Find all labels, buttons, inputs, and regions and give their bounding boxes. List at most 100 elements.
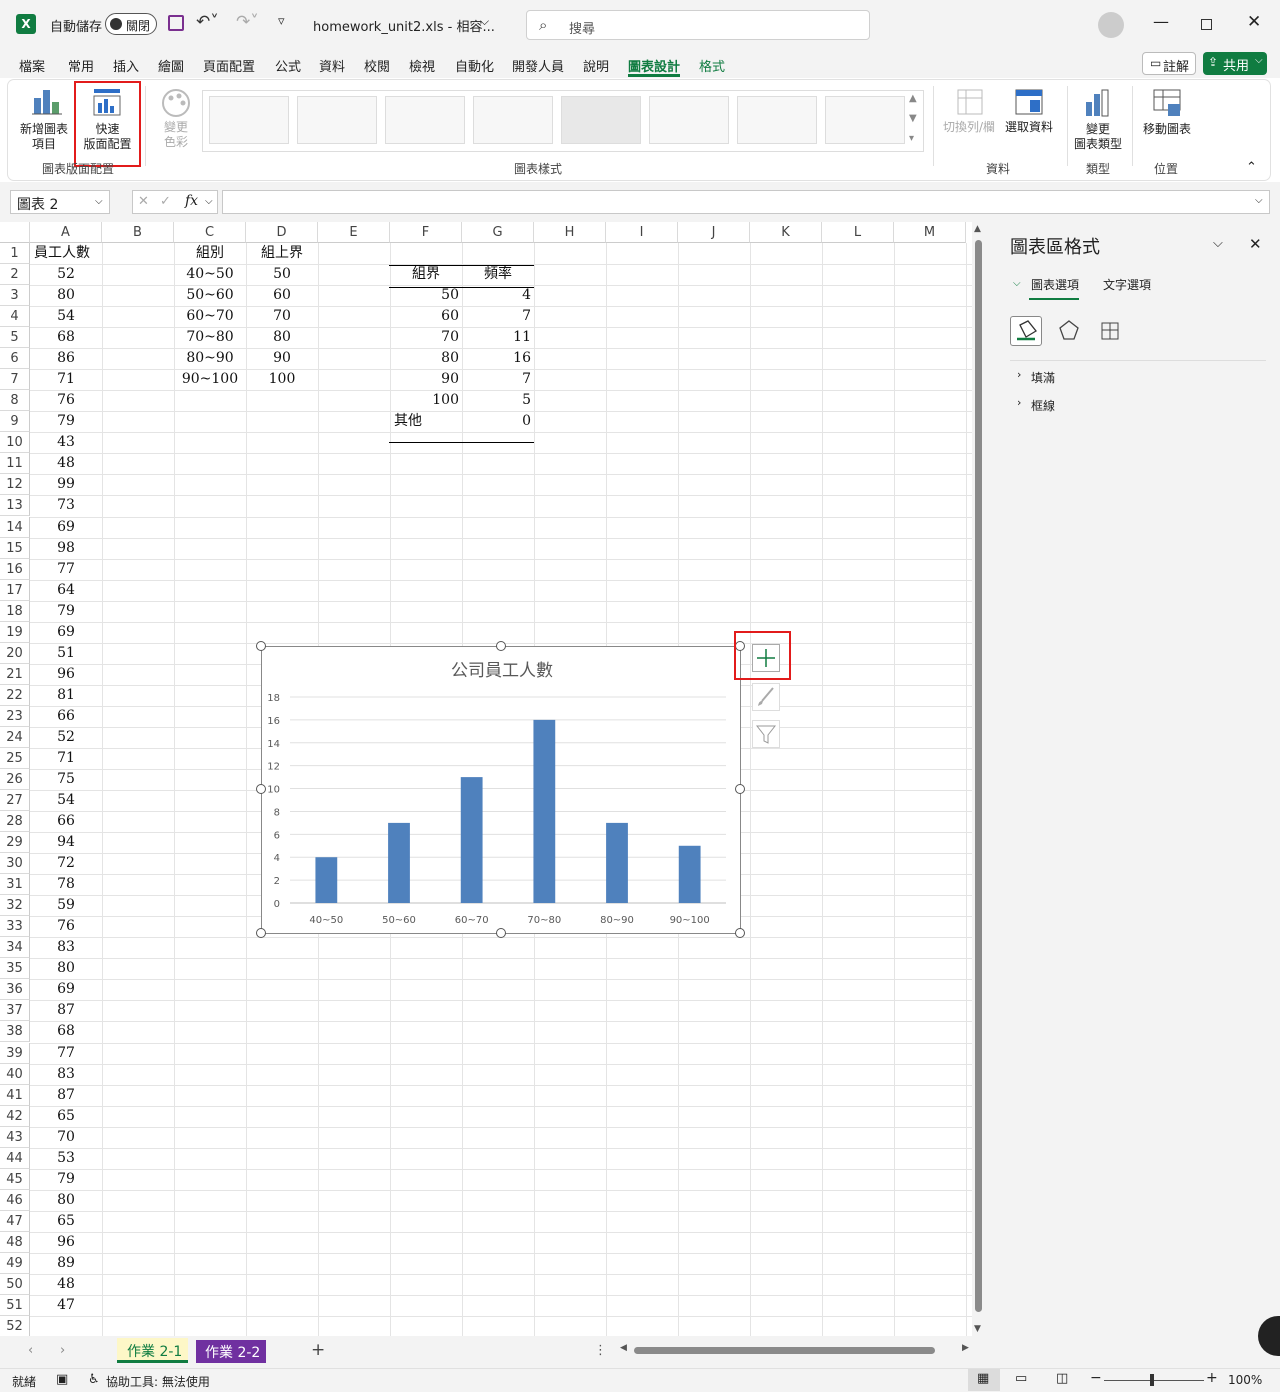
cell[interactable]: 90~100 xyxy=(174,369,246,390)
cell[interactable]: 89 xyxy=(30,1253,102,1274)
cell[interactable]: 16 xyxy=(462,348,534,369)
cell[interactable]: 4 xyxy=(462,285,534,306)
scroll-right-icon[interactable]: ▶ xyxy=(962,1343,969,1353)
resize-handle[interactable] xyxy=(496,928,506,938)
zoom-slider[interactable] xyxy=(1104,1380,1204,1381)
cell[interactable]: 50~60 xyxy=(174,285,246,306)
gallery-more-icon[interactable]: ▾ xyxy=(909,133,914,144)
cell[interactable]: 69 xyxy=(30,517,102,538)
tab-formulas[interactable]: 公式 xyxy=(275,56,301,75)
vertical-scrollbar[interactable]: ▲ ▼ xyxy=(972,222,985,1336)
row-header[interactable]: 50 xyxy=(0,1273,30,1295)
tab-view[interactable]: 檢視 xyxy=(409,56,435,75)
cell[interactable]: 80 xyxy=(246,327,318,348)
pane-splitter[interactable] xyxy=(985,222,995,1336)
chart-filters-button[interactable] xyxy=(752,720,780,748)
cell[interactable]: 75 xyxy=(30,769,102,790)
cell[interactable]: 48 xyxy=(30,453,102,474)
sheet-tab-active[interactable]: 作業 2-1 xyxy=(117,1338,188,1363)
macro-icon[interactable]: ▣ xyxy=(56,1372,68,1387)
cell[interactable]: 組界 xyxy=(390,264,462,285)
chevron-down-icon[interactable]: ⌵ xyxy=(1213,236,1223,251)
cell[interactable]: 70~80 xyxy=(174,327,246,348)
cell[interactable]: 頻率 xyxy=(462,264,534,285)
cell[interactable]: 53 xyxy=(30,1148,102,1169)
chart-style-thumb[interactable] xyxy=(825,96,905,144)
cell[interactable]: 48 xyxy=(30,1274,102,1295)
gallery-up-icon[interactable]: ▲ xyxy=(909,93,917,104)
accessibility-status[interactable]: 協助工具: 無法使用 xyxy=(106,1373,210,1390)
cell[interactable]: 66 xyxy=(30,811,102,832)
maximize-icon[interactable] xyxy=(1201,19,1212,30)
row-header[interactable]: 40 xyxy=(0,1063,30,1085)
page-layout-view-icon[interactable]: ▭ xyxy=(1015,1371,1027,1386)
cell[interactable]: 70 xyxy=(30,1127,102,1148)
column-header[interactable]: C xyxy=(174,222,246,243)
tab-data[interactable]: 資料 xyxy=(319,56,345,75)
cell[interactable]: 50 xyxy=(246,264,318,285)
cell[interactable]: 66 xyxy=(30,706,102,727)
save-icon[interactable] xyxy=(168,15,184,31)
chart-style-thumb[interactable] xyxy=(473,96,553,144)
chart-style-thumb[interactable] xyxy=(297,96,377,144)
row-header[interactable]: 17 xyxy=(0,579,30,601)
sheet-tab[interactable]: 作業 2-2 xyxy=(196,1340,266,1363)
cell[interactable]: 90 xyxy=(246,348,318,369)
row-header[interactable]: 3 xyxy=(0,285,30,307)
effects-pentagon-icon[interactable] xyxy=(1057,318,1081,342)
resize-handle[interactable] xyxy=(735,928,745,938)
row-header[interactable]: 9 xyxy=(0,411,30,433)
row-header[interactable]: 33 xyxy=(0,916,30,938)
quick-layout-button[interactable]: 快速 版面配置 xyxy=(74,81,141,167)
row-header[interactable]: 49 xyxy=(0,1252,30,1274)
cell[interactable]: 79 xyxy=(30,1169,102,1190)
row-header[interactable]: 10 xyxy=(0,432,30,454)
cell[interactable]: 52 xyxy=(30,264,102,285)
fill-line-tab[interactable] xyxy=(1010,316,1042,346)
move-chart-button[interactable]: 移動圖表 xyxy=(1138,84,1196,150)
column-header[interactable]: D xyxy=(246,222,318,243)
cell[interactable]: 100 xyxy=(390,390,462,411)
resize-handle[interactable] xyxy=(256,641,266,651)
cell[interactable]: 70 xyxy=(390,327,462,348)
column-header[interactable]: H xyxy=(534,222,606,243)
row-header[interactable]: 19 xyxy=(0,621,30,643)
chart-style-thumb[interactable] xyxy=(209,96,289,144)
select-all-corner[interactable] xyxy=(0,222,30,243)
cell[interactable]: 80 xyxy=(30,958,102,979)
tab-review[interactable]: 校閱 xyxy=(364,56,390,75)
row-header[interactable]: 8 xyxy=(0,390,30,412)
cell[interactable]: 員工人數 xyxy=(30,243,102,264)
insert-function-icon[interactable]: fx xyxy=(185,193,198,209)
tab-file[interactable]: 檔案 xyxy=(19,56,45,75)
cell[interactable]: 80 xyxy=(30,1190,102,1211)
cell[interactable]: 50 xyxy=(390,285,462,306)
chart-styles-button[interactable] xyxy=(752,683,780,711)
row-header[interactable]: 41 xyxy=(0,1084,30,1106)
row-header[interactable]: 44 xyxy=(0,1147,30,1169)
zoom-level[interactable]: 100% xyxy=(1228,1373,1262,1387)
row-header[interactable]: 15 xyxy=(0,537,30,559)
tab-draw[interactable]: 繪圖 xyxy=(158,56,184,75)
cell[interactable]: 52 xyxy=(30,727,102,748)
row-header[interactable]: 24 xyxy=(0,726,30,748)
column-header[interactable]: F xyxy=(390,222,462,243)
cell[interactable]: 54 xyxy=(30,306,102,327)
cell[interactable]: 69 xyxy=(30,979,102,1000)
cell[interactable]: 60 xyxy=(390,306,462,327)
cell[interactable]: 60~70 xyxy=(174,306,246,327)
row-header[interactable]: 35 xyxy=(0,958,30,980)
next-sheet-icon[interactable]: › xyxy=(60,1343,65,1358)
row-header[interactable]: 48 xyxy=(0,1231,30,1253)
enter-icon[interactable]: ✓ xyxy=(160,194,171,209)
collapse-ribbon-icon[interactable]: ⌃ xyxy=(1246,160,1257,175)
row-header[interactable]: 27 xyxy=(0,790,30,812)
autosave-toggle[interactable]: 關閉 xyxy=(105,13,157,35)
chart-area[interactable]: 公司員工人數 0 2 4 6 8 10 12 14 16 18 40~50 50~60 60~70 70… xyxy=(261,646,741,934)
cancel-icon[interactable]: ✕ xyxy=(138,194,149,209)
prev-sheet-icon[interactable]: ‹ xyxy=(28,1343,33,1358)
close-icon[interactable]: ✕ xyxy=(1247,12,1261,32)
cell[interactable]: 65 xyxy=(30,1106,102,1127)
minimize-icon[interactable]: — xyxy=(1153,12,1169,31)
cell[interactable]: 11 xyxy=(462,327,534,348)
